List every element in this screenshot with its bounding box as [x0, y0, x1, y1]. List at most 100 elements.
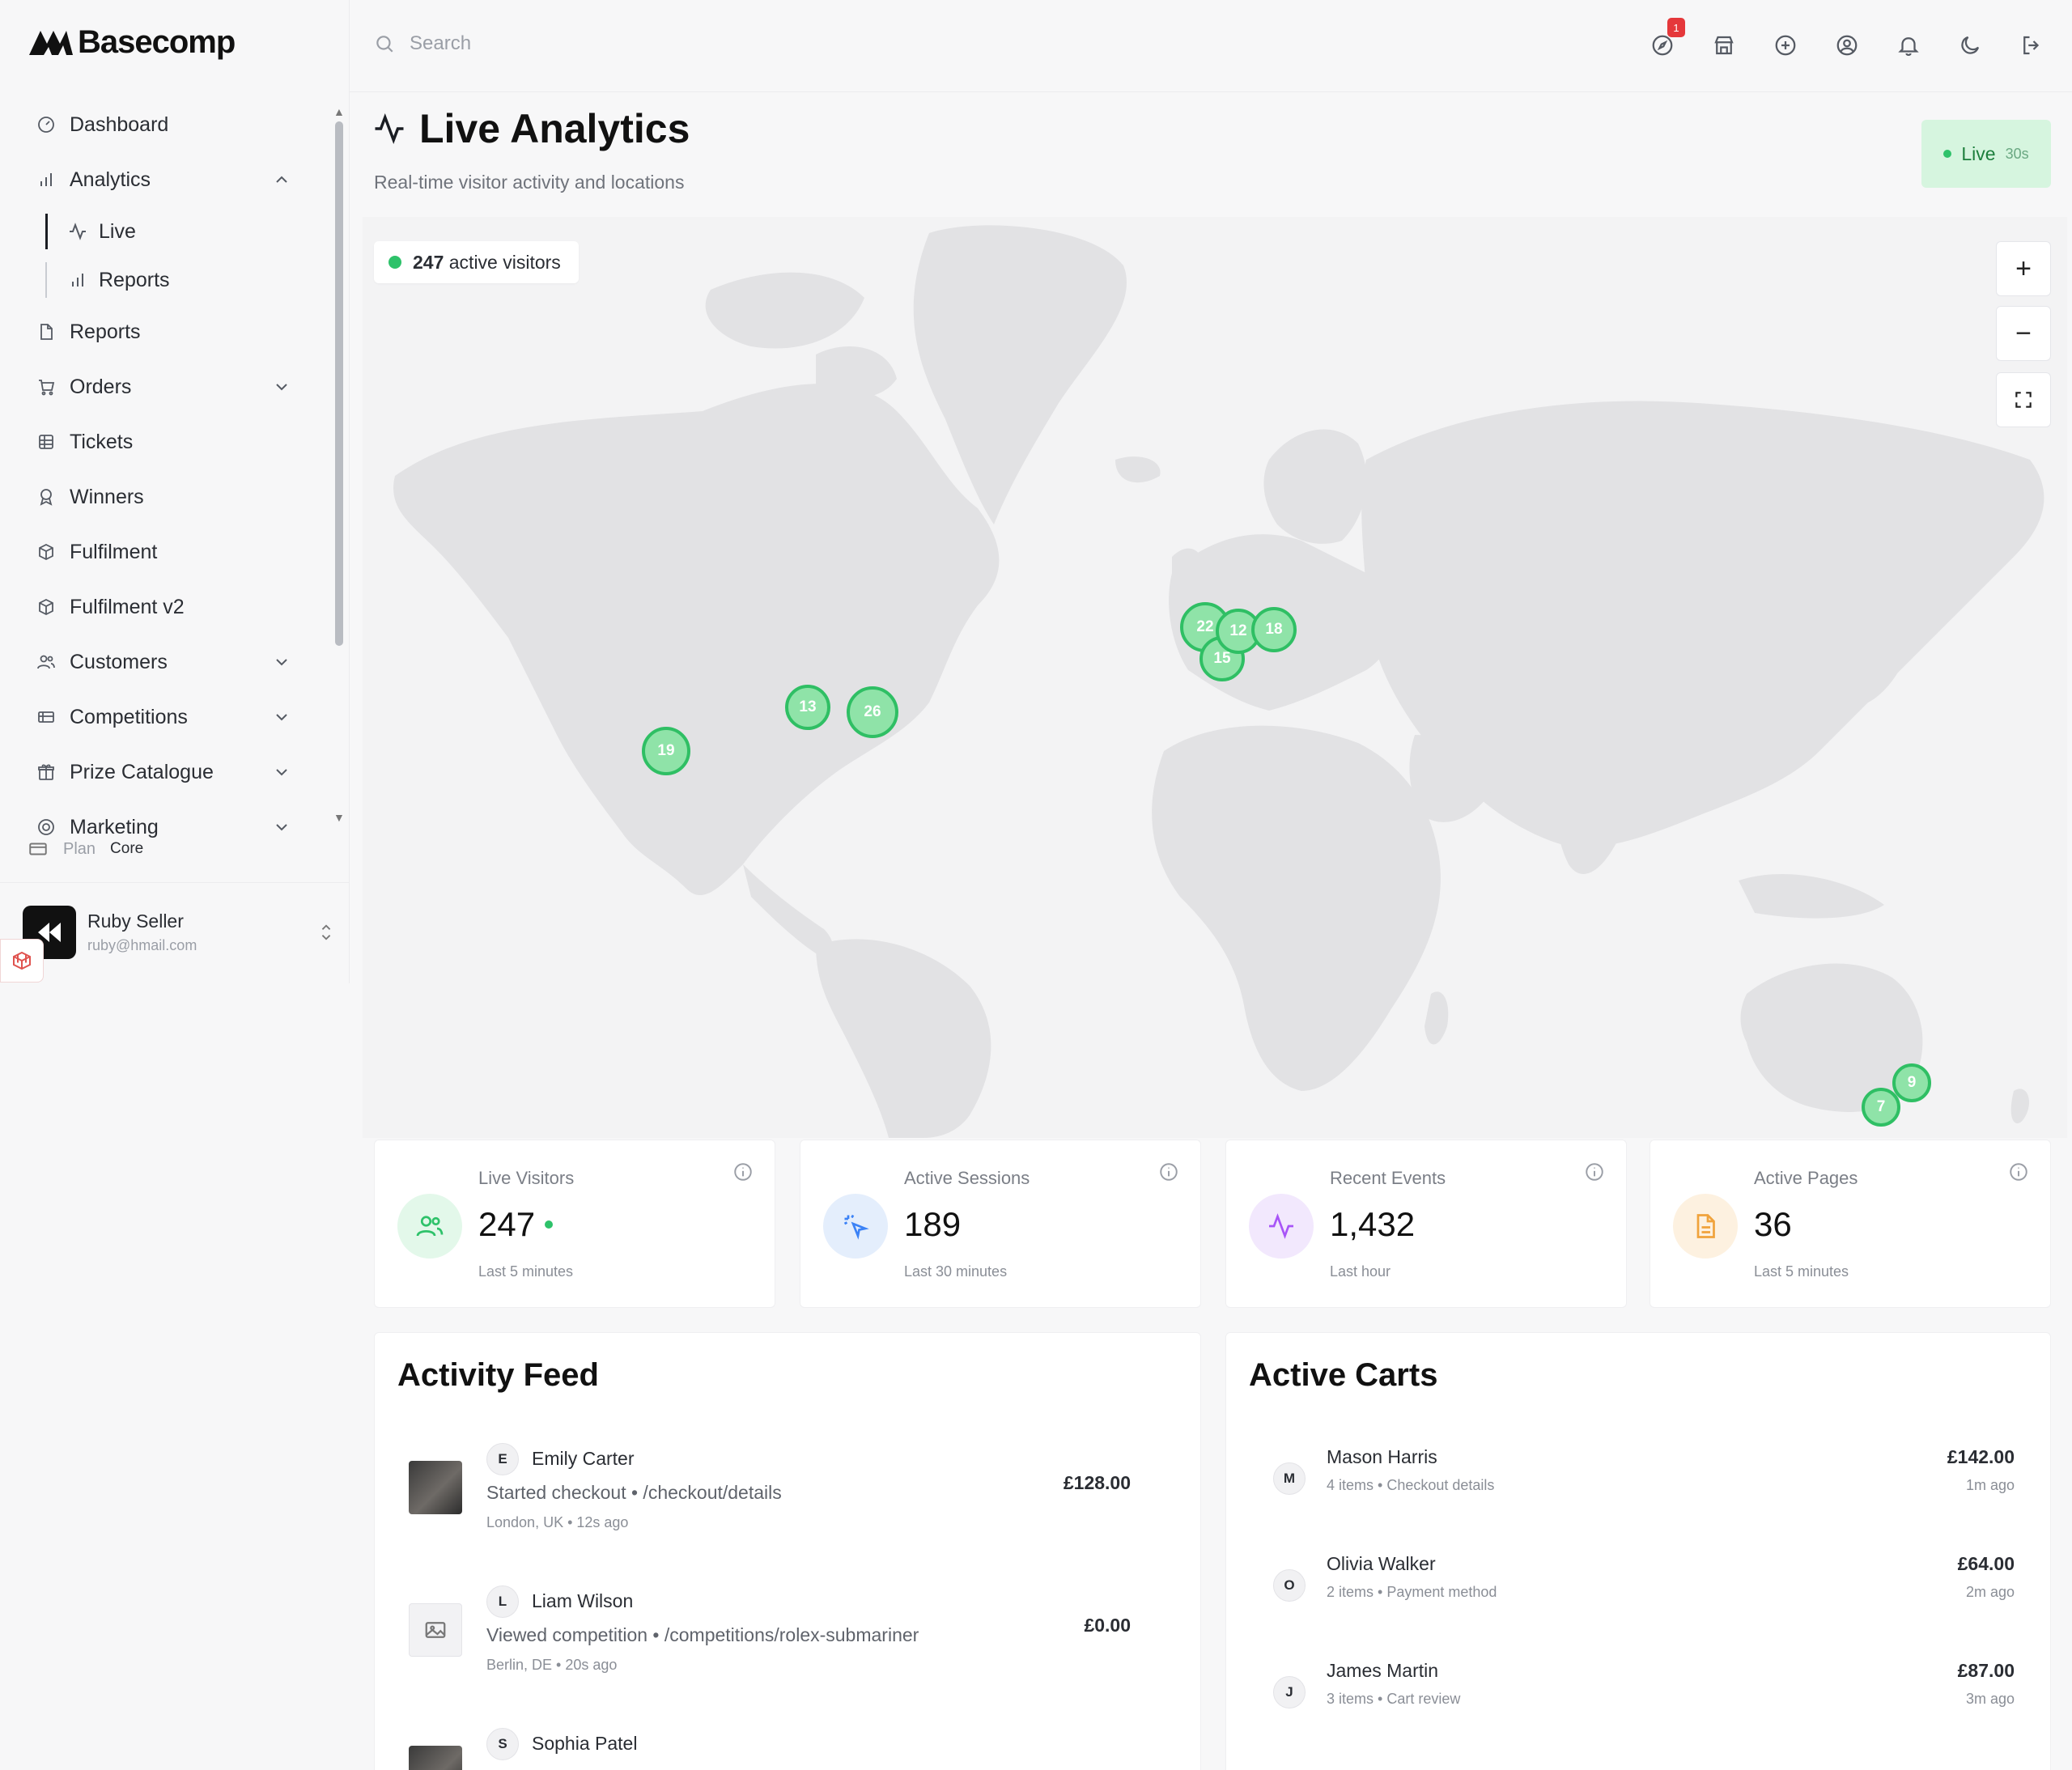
- map-cluster-marker[interactable]: 9: [1892, 1063, 1931, 1102]
- sidebar-item-tickets[interactable]: Tickets: [0, 414, 340, 469]
- live-interval: 30s: [2005, 145, 2029, 162]
- sidebar-item-analytics[interactable]: Analytics: [0, 152, 340, 207]
- cart-detail: 2 items • Payment method: [1327, 1584, 1497, 1600]
- feed-action: Started checkout • /checkout/details: [486, 1482, 782, 1503]
- stat-value: 36: [1754, 1205, 1792, 1243]
- chevron-down-icon[interactable]: [272, 762, 291, 782]
- compass-icon[interactable]: 1: [1646, 18, 1685, 62]
- sidebar-item-reports[interactable]: Reports: [0, 304, 340, 359]
- stat-sub: Last 5 minutes: [1754, 1263, 1849, 1280]
- user-initial-avatar: J: [1273, 1676, 1306, 1708]
- sidebar-item-label: Fulfilment v2: [70, 595, 185, 618]
- user-circle-icon[interactable]: [1831, 29, 1863, 62]
- cart-amount: £64.00: [1957, 1553, 2015, 1574]
- chevron-down-icon[interactable]: [272, 817, 291, 837]
- cart-icon: [36, 376, 57, 397]
- bell-icon[interactable]: [1892, 29, 1925, 62]
- chevron-down-icon[interactable]: [272, 377, 291, 397]
- chevron-down-icon[interactable]: [272, 707, 291, 727]
- world-map[interactable]: 247 active visitors + − 19 13 26 22 15 1…: [363, 217, 2067, 1138]
- sidebar-item-label: Competitions: [70, 705, 188, 728]
- activity-feed-item[interactable]: L Liam Wilson Viewed competition • /comp…: [397, 1585, 1158, 1715]
- cart-row[interactable]: J James Martin 3 items • Cart review £87…: [1249, 1660, 2026, 1757]
- sidebar-item-live[interactable]: Live: [0, 207, 340, 256]
- info-icon[interactable]: [2008, 1161, 2029, 1182]
- fullscreen-button[interactable]: [1996, 372, 2051, 427]
- stat-value-text: 247: [478, 1205, 536, 1243]
- plan-label: Plan: [63, 839, 96, 858]
- logout-icon[interactable]: [2015, 29, 2048, 62]
- fullscreen-icon: [2015, 392, 2032, 408]
- topbar: Search 1: [350, 0, 2072, 92]
- stat-value: 1,432: [1330, 1205, 1416, 1243]
- map-cluster-marker[interactable]: 19: [642, 727, 690, 775]
- sidebar-item-label: Tickets: [70, 430, 134, 453]
- sidebar-item-winners[interactable]: Winners: [0, 469, 340, 524]
- sidebar-item-label: Marketing: [70, 815, 159, 838]
- info-icon[interactable]: [1158, 1161, 1179, 1182]
- bar-chart-icon: [68, 270, 87, 290]
- user-menu[interactable]: Ruby Seller ruby@hmail.com: [23, 900, 338, 965]
- map-cluster-marker[interactable]: 18: [1251, 607, 1297, 652]
- cart-row[interactable]: O Olivia Walker 2 items • Payment method…: [1249, 1553, 2026, 1650]
- sidebar-item-label: Live: [99, 219, 136, 243]
- stat-card-recent-events: Recent Events 1,432 Last hour: [1225, 1140, 1627, 1308]
- zoom-out-button[interactable]: −: [1996, 306, 2051, 361]
- search-bar[interactable]: Search: [374, 32, 471, 55]
- chevron-down-icon[interactable]: [272, 652, 291, 672]
- search-input[interactable]: Search: [410, 32, 471, 55]
- activity-feed-item[interactable]: E Emily Carter Started checkout • /check…: [397, 1443, 1158, 1573]
- chevrons-up-down-icon[interactable]: [317, 921, 335, 944]
- stat-sub: Last 30 minutes: [904, 1263, 1008, 1280]
- live-refresh-toggle[interactable]: Live 30s: [1921, 120, 2051, 188]
- stat-card-active-sessions: Active Sessions 189 Last 30 minutes: [800, 1140, 1201, 1308]
- active-indicator: [45, 214, 48, 249]
- feed-action: Viewed competition • /competitions/rolex…: [486, 1624, 919, 1645]
- store-icon[interactable]: [1708, 29, 1740, 62]
- user-initial-avatar: O: [1273, 1569, 1306, 1602]
- gauge-icon: [36, 114, 57, 135]
- logo[interactable]: Basecomp: [28, 19, 236, 65]
- users-icon: [36, 652, 57, 673]
- cart-time: 1m ago: [1965, 1477, 2015, 1493]
- info-icon[interactable]: [1584, 1161, 1605, 1182]
- award-icon: [36, 486, 57, 507]
- sidebar-item-customers[interactable]: Customers: [0, 635, 340, 690]
- debug-toolbar-icon[interactable]: [0, 939, 44, 983]
- map-cluster-marker[interactable]: 26: [847, 686, 898, 738]
- sidebar-scrollbar[interactable]: [335, 121, 343, 646]
- sidebar-item-fulfilment-v2[interactable]: Fulfilment v2: [0, 579, 340, 635]
- gift-icon: [36, 762, 57, 783]
- topbar-actions: 1: [1646, 18, 2048, 62]
- sidebar-nav: Dashboard Analytics Live Reports Reports…: [0, 97, 340, 866]
- map-cluster-marker[interactable]: 13: [785, 685, 830, 730]
- sidebar-item-label: Winners: [70, 485, 144, 508]
- feed-amount: £128.00: [1063, 1472, 1131, 1493]
- active-visitors-label: active visitors: [448, 251, 561, 273]
- plus-circle-icon[interactable]: [1769, 29, 1802, 62]
- activity-feed-item[interactable]: S Sophia Patel: [397, 1728, 1158, 1770]
- chevron-up-icon[interactable]: [272, 170, 291, 189]
- stat-value: 247: [478, 1205, 554, 1244]
- activity-icon: [68, 222, 87, 241]
- page-title: Live Analytics: [372, 105, 690, 152]
- stat-sub: Last hour: [1330, 1263, 1391, 1280]
- moon-icon[interactable]: [1954, 29, 1986, 62]
- map-cluster-marker[interactable]: 7: [1862, 1088, 1900, 1127]
- activity-icon: [375, 113, 404, 144]
- sidebar-item-competitions[interactable]: Competitions: [0, 690, 340, 745]
- ticket-icon: [36, 431, 57, 452]
- sidebar-item-label: Dashboard: [70, 112, 169, 136]
- scroll-up-icon[interactable]: ▲: [333, 105, 345, 118]
- cart-customer-name: Mason Harris: [1327, 1446, 1437, 1467]
- file-icon: [1673, 1194, 1738, 1259]
- sidebar-item-fulfilment[interactable]: Fulfilment: [0, 524, 340, 579]
- info-icon[interactable]: [732, 1161, 754, 1182]
- sidebar-item-analytics-reports[interactable]: Reports: [0, 256, 340, 304]
- cart-row[interactable]: M Mason Harris 4 items • Checkout detail…: [1249, 1446, 2026, 1543]
- zoom-in-button[interactable]: +: [1996, 241, 2051, 296]
- sidebar-item-orders[interactable]: Orders: [0, 359, 340, 414]
- scroll-down-icon[interactable]: ▼: [333, 811, 345, 824]
- sidebar-item-dashboard[interactable]: Dashboard: [0, 97, 340, 152]
- sidebar-item-prize-catalogue[interactable]: Prize Catalogue: [0, 745, 340, 800]
